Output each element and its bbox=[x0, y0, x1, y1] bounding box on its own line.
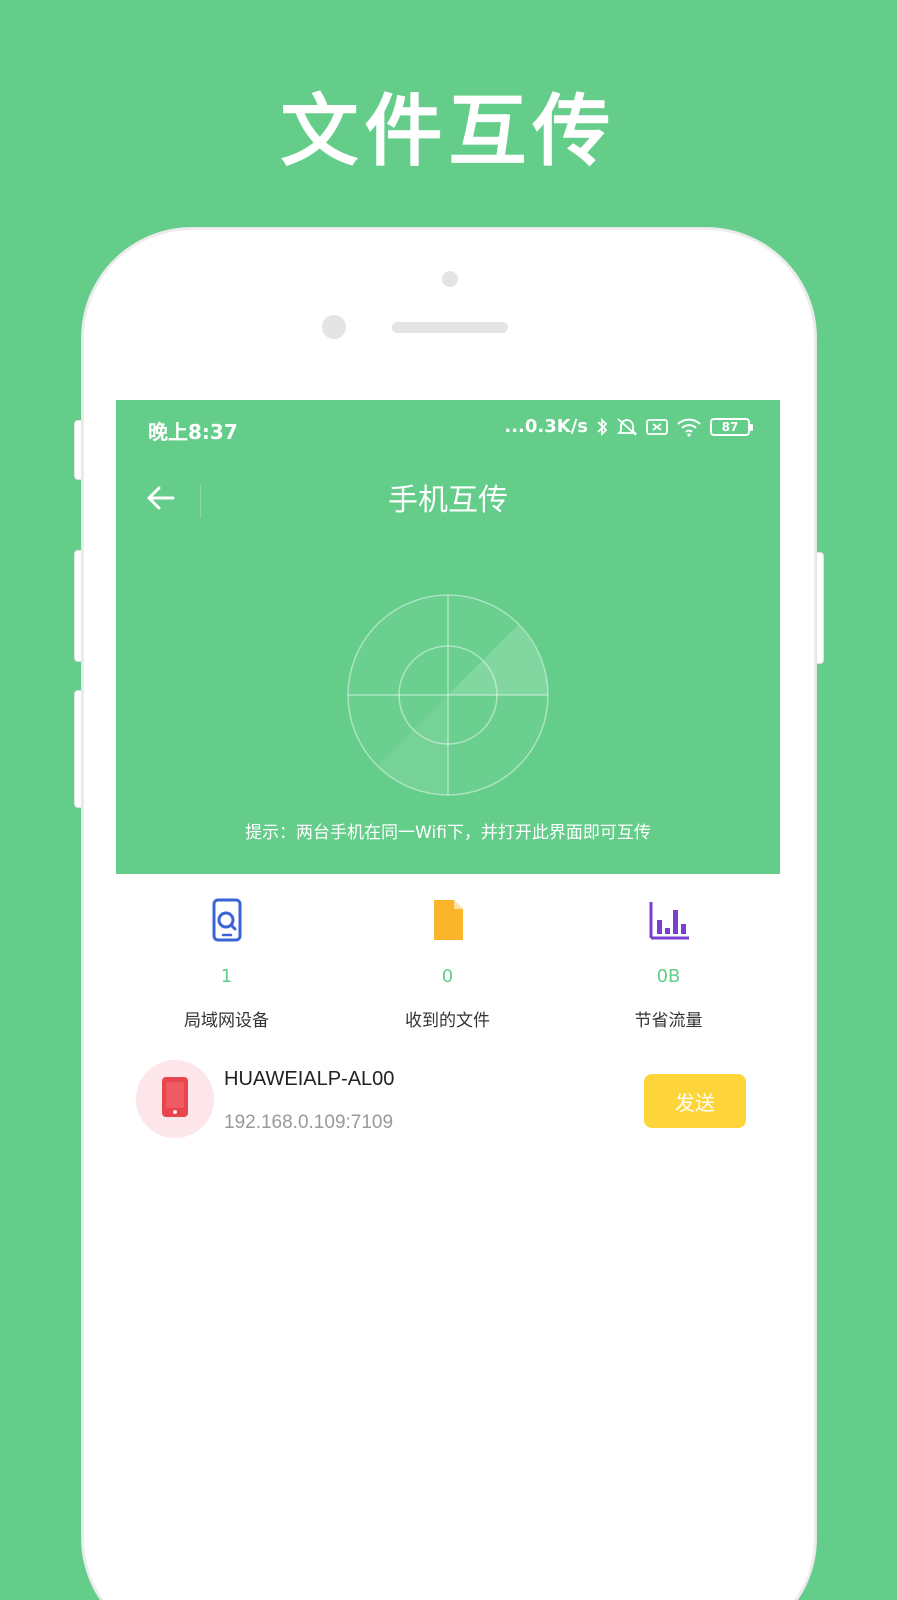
back-button[interactable] bbox=[138, 478, 182, 522]
device-name: HUAWEIALP-AL00 bbox=[224, 1068, 395, 1090]
stat-saved-traffic[interactable]: 0B 节省流量 bbox=[558, 874, 779, 1044]
stat-label: 局域网设备 bbox=[184, 1011, 269, 1031]
stat-received-files[interactable]: 0 收到的文件 bbox=[337, 874, 558, 1044]
stat-value: 1 bbox=[220, 966, 233, 987]
bluetooth-icon bbox=[596, 417, 608, 437]
device-avatar bbox=[136, 1060, 214, 1138]
send-button[interactable]: 发送 bbox=[644, 1074, 746, 1128]
promo-title: 文件互传 bbox=[280, 87, 617, 177]
bar-chart-icon bbox=[647, 898, 691, 942]
stat-value: 0 bbox=[441, 966, 454, 987]
phone-search-icon bbox=[205, 898, 249, 942]
radar-scanner bbox=[346, 590, 550, 800]
phone-earpiece bbox=[392, 322, 508, 333]
device-ip: 192.168.0.109:7109 bbox=[224, 1112, 394, 1133]
app-screen: 晚上8:37 ...0.3K/s 87 手机互传 提示：两台手机在同一Wifi下… bbox=[116, 400, 780, 1600]
phone-sensor bbox=[442, 271, 458, 287]
phone-front-camera bbox=[322, 315, 346, 339]
header-panel: 晚上8:37 ...0.3K/s 87 手机互传 提示：两台手机在同一Wifi下… bbox=[116, 400, 780, 874]
mute-bell-icon bbox=[616, 417, 638, 437]
status-indicators: ...0.3K/s 87 bbox=[504, 416, 753, 437]
stat-value: 0B bbox=[656, 966, 681, 987]
wifi-icon bbox=[676, 417, 702, 437]
file-icon bbox=[426, 898, 470, 942]
status-bar: 晚上8:37 ...0.3K/s 87 bbox=[116, 400, 780, 456]
no-sim-icon bbox=[646, 418, 668, 436]
nav-bar: 手机互传 bbox=[116, 456, 780, 546]
hint-text: 提示：两台手机在同一Wifi下，并打开此界面即可互传 bbox=[245, 823, 651, 843]
stat-label: 节省流量 bbox=[634, 1011, 703, 1031]
network-speed: ...0.3K/s bbox=[504, 416, 588, 437]
status-time: 晚上8:37 bbox=[148, 420, 238, 444]
stat-lan-devices[interactable]: 1 局域网设备 bbox=[116, 874, 337, 1044]
stats-row: 1 局域网设备 0 收到的文件 0B 节省流量 bbox=[116, 874, 780, 1044]
page-title: 手机互传 bbox=[388, 483, 508, 518]
device-list-item[interactable]: HUAWEIALP-AL00 192.168.0.109:7109 发送 bbox=[116, 1050, 780, 1160]
nav-divider bbox=[200, 484, 201, 518]
arrow-left-icon bbox=[145, 485, 175, 515]
stat-label: 收到的文件 bbox=[405, 1011, 490, 1031]
battery-icon: 87 bbox=[710, 417, 753, 436]
phone-icon bbox=[160, 1076, 190, 1122]
